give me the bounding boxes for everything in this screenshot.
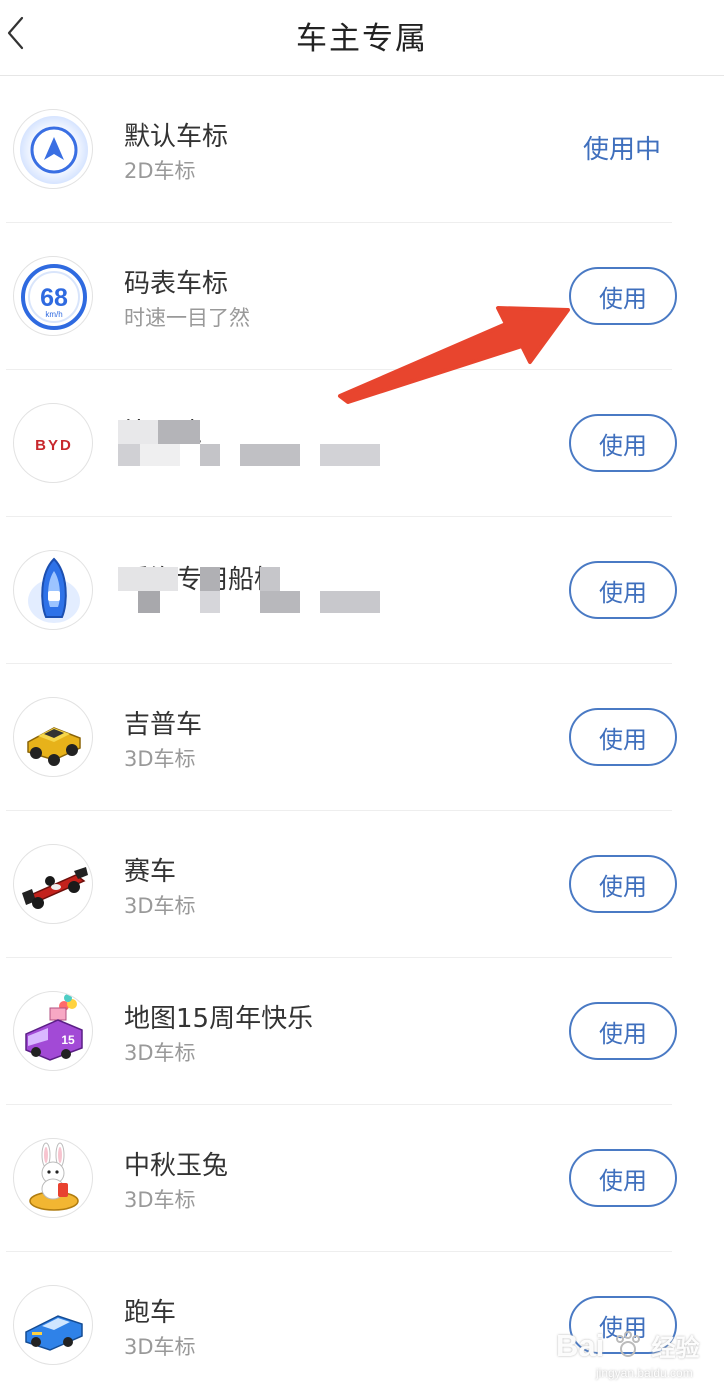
anniversary-van-icon: 15 [13,991,93,1071]
race-car-icon [13,844,93,924]
speed-number: 68 [40,284,68,312]
use-button[interactable]: 使用 [569,1002,677,1060]
paw-icon [615,1331,640,1357]
use-button[interactable]: 使用 [569,708,677,766]
speedometer-icon: 68 km/h [13,256,93,336]
item-subtitle: 3D车标 [124,747,196,771]
item-subtitle: 3D车标 [124,1041,196,1065]
jeep-icon [13,697,93,777]
item-subtitle: 3D车标 [124,894,196,918]
pixelated-mask [118,420,388,480]
page-title: 车主专属 [296,21,428,57]
pixelated-mask [118,567,388,627]
watermark-brand: Bai 经验 [556,1328,700,1363]
use-button[interactable]: 使用 [569,267,677,325]
item-subtitle: 2D车标 [124,159,196,183]
byd-logo-icon: BYD [13,403,93,483]
baidu-watermark: Bai 经验 jingyan.baidu.com [556,1328,716,1390]
watermark-url: jingyan.baidu.com [596,1366,693,1380]
item-name: 中秋玉兔 [124,1151,229,1181]
list-item: 中秋玉兔 3D车标 使用 [0,1105,724,1252]
item-name: 跑车 [124,1298,177,1328]
red-arrow-annotation [338,306,570,404]
list-item: 赛车 3D车标 使用 [0,811,724,958]
boat-icon [13,550,93,630]
in-use-status: 使用中 [582,135,661,165]
list-item: 吉普车 3D车标 使用 [0,664,724,811]
use-button[interactable]: 使用 [569,561,677,619]
use-button[interactable]: 使用 [569,855,677,913]
list-item: 15 地图15周年快乐 3D车标 使用 [0,958,724,1105]
item-name: 默认车标 [124,122,229,152]
use-button[interactable]: 使用 [569,1149,677,1207]
byd-logo-text: BYD [35,437,73,454]
speed-unit: km/h [45,310,62,319]
item-subtitle: 时速一目了然 [124,306,250,330]
top-bar: 车主专属 [0,0,724,76]
item-name: 赛车 [124,857,177,887]
item-subtitle: 3D车标 [124,1335,196,1359]
item-name: 吉普车 [124,710,203,740]
use-button[interactable]: 使用 [569,414,677,472]
item-subtitle: 3D车标 [124,1188,196,1212]
van-number: 15 [61,1033,75,1047]
navigation-arrow-icon [13,109,93,189]
list-item: 看海专用船标 使用 [0,517,724,664]
list-item: 默认车标 2D车标 使用中 [0,76,724,223]
moon-rabbit-icon [13,1138,93,1218]
item-name: 码表车标 [124,269,229,299]
item-name: 地图15周年快乐 [124,1004,314,1034]
sports-car-icon [13,1285,93,1365]
